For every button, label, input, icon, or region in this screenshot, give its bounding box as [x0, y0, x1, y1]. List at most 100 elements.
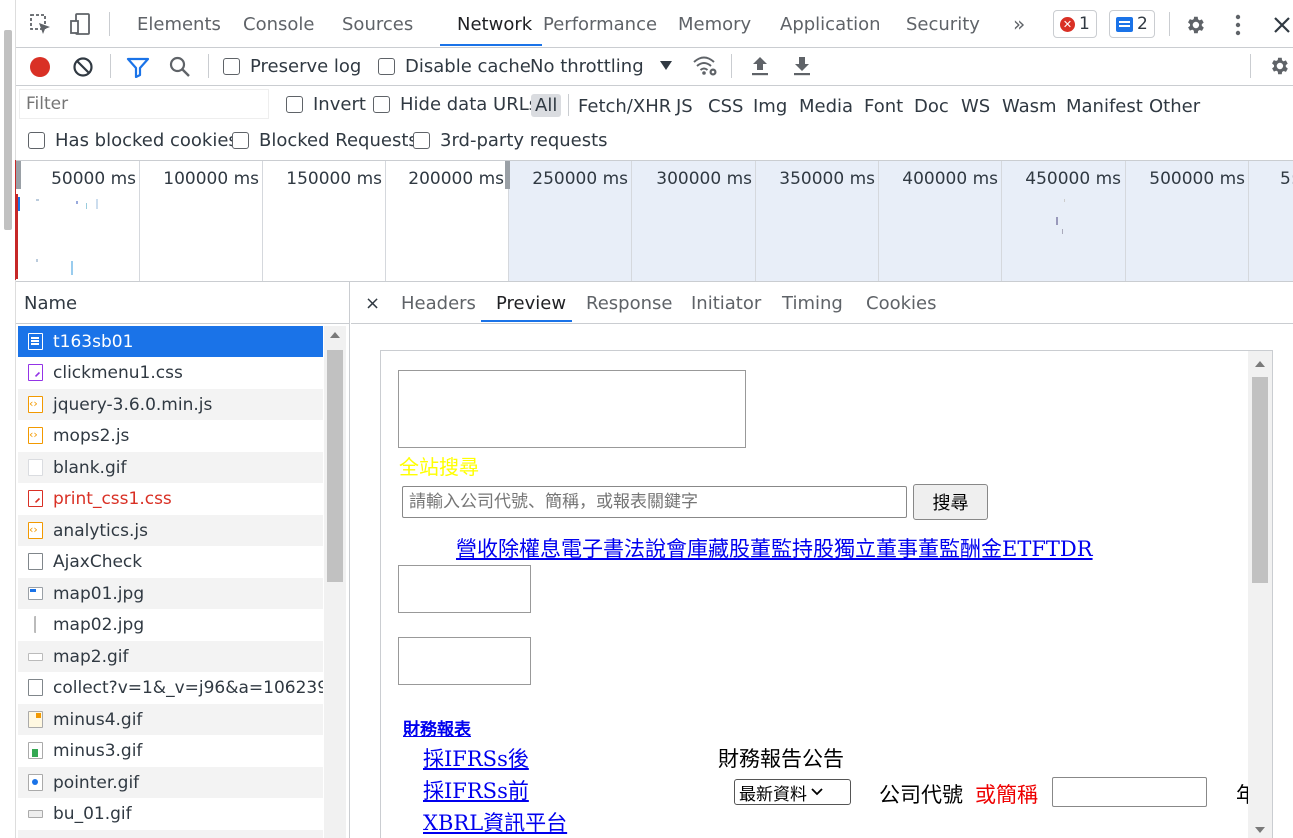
request-row[interactable]: AjaxCheck [18, 546, 323, 577]
request-row[interactable]: analytics.js [18, 515, 323, 546]
type-filter-ws[interactable]: WS [961, 96, 990, 117]
preserve-log-checkbox[interactable] [223, 58, 240, 75]
quick-links-row[interactable]: 營收除權息電子書法說會庫藏股董監持股獨立董事董監酬金ETFTDR [456, 533, 1093, 563]
request-row[interactable]: print_css1.css [18, 483, 323, 514]
request-list-scrollbar[interactable] [324, 326, 346, 838]
has-blocked-cookies-label: Has blocked cookies [55, 130, 238, 151]
financial-reports-link[interactable]: 財務報表 [403, 715, 471, 740]
tab-sources[interactable]: Sources [342, 14, 413, 35]
site-search-button[interactable]: 搜尋 [913, 484, 988, 520]
request-row[interactable]: minus4.gif [18, 704, 323, 735]
type-filter-media[interactable]: Media [799, 96, 853, 117]
tab-console[interactable]: Console [243, 14, 314, 35]
import-har-icon[interactable] [750, 55, 770, 77]
type-filter-js[interactable]: JS [676, 96, 693, 117]
filter-input[interactable] [19, 89, 269, 119]
invert-checkbox[interactable] [286, 96, 303, 113]
document-icon [28, 553, 43, 570]
network-settings-gear-icon[interactable] [1268, 55, 1290, 77]
type-filter-font[interactable]: Font [864, 96, 903, 117]
tab-timing[interactable]: Timing [782, 293, 843, 314]
overview-left-handle[interactable] [16, 161, 21, 189]
timeline-overview[interactable]: 50000 ms 100000 ms 150000 ms 200000 ms 2… [16, 160, 1293, 282]
more-options-icon[interactable] [1228, 13, 1248, 37]
inspect-element-icon[interactable] [30, 14, 52, 36]
tab-initiator[interactable]: Initiator [691, 293, 761, 314]
tab-cookies[interactable]: Cookies [866, 293, 936, 314]
company-code-input[interactable] [1052, 777, 1207, 807]
request-row[interactable] [18, 830, 323, 838]
timeline-tick: 250000 ms [532, 169, 628, 189]
tab-security[interactable]: Security [906, 14, 980, 35]
disable-cache-checkbox[interactable] [378, 58, 395, 75]
page-scrollbar[interactable] [0, 0, 17, 838]
request-row[interactable]: minus3.gif [18, 735, 323, 766]
throttling-select[interactable]: No throttling [530, 56, 644, 77]
preview-scrollbar-thumb[interactable] [1252, 377, 1268, 583]
request-row[interactable]: bu_01.gif [18, 798, 323, 829]
request-row[interactable]: collect?v=1&_v=j96&a=10623953 [18, 672, 323, 703]
type-filter-fetch-xhr[interactable]: Fetch/XHR [578, 96, 671, 117]
chevron-down-icon[interactable] [659, 60, 673, 72]
network-conditions-icon[interactable] [692, 54, 718, 78]
filter-icon[interactable] [126, 56, 150, 78]
tab-preview[interactable]: Preview [496, 293, 566, 314]
export-har-icon[interactable] [792, 55, 812, 77]
request-row[interactable]: jquery-3.6.0.min.js [18, 389, 323, 420]
image-icon [28, 587, 43, 600]
type-filter-doc[interactable]: Doc [914, 96, 949, 117]
request-row[interactable]: map02.jpg [18, 609, 323, 640]
scroll-up-arrow-icon[interactable] [1255, 361, 1265, 367]
tab-headers[interactable]: Headers [401, 293, 476, 314]
clear-log-icon[interactable] [72, 56, 94, 78]
blocked-requests-checkbox[interactable] [232, 132, 249, 149]
request-row[interactable]: pointer.gif [18, 767, 323, 798]
image-icon [28, 809, 43, 818]
tab-performance[interactable]: Performance [543, 14, 657, 35]
request-row[interactable]: clickmenu1.css [18, 357, 323, 388]
error-count-badge[interactable]: ✕ 1 [1053, 10, 1097, 38]
request-row[interactable]: t163sb01 [18, 326, 323, 357]
active-tab-indicator [440, 44, 542, 46]
overview-right-handle[interactable] [505, 161, 510, 189]
request-row[interactable]: map01.jpg [18, 578, 323, 609]
type-filter-other[interactable]: Other [1149, 96, 1200, 117]
site-search-input[interactable] [402, 486, 907, 518]
type-filter-css[interactable]: CSS [708, 96, 743, 117]
type-filter-wasm[interactable]: Wasm [1002, 96, 1057, 117]
tab-network[interactable]: Network [457, 14, 532, 35]
ifrs-before-link[interactable]: 採IFRSs前 [423, 775, 529, 805]
request-row[interactable]: blank.gif [18, 452, 323, 483]
has-blocked-cookies-checkbox[interactable] [28, 132, 45, 149]
request-row[interactable]: mops2.js [18, 420, 323, 451]
hide-data-urls-checkbox[interactable] [373, 96, 390, 113]
device-toolbar-icon[interactable] [70, 12, 92, 36]
third-party-requests-checkbox[interactable] [413, 132, 430, 149]
request-row[interactable]: map2.gif [18, 641, 323, 672]
close-devtools-icon[interactable] [1272, 15, 1292, 35]
tab-elements[interactable]: Elements [137, 14, 221, 35]
search-icon[interactable] [169, 56, 191, 78]
more-tabs-button[interactable]: » [1013, 12, 1025, 36]
chevron-down-icon [811, 788, 823, 796]
type-filter-manifest[interactable]: Manifest [1066, 96, 1143, 117]
scroll-up-arrow-icon[interactable] [330, 332, 340, 338]
close-detail-icon[interactable]: × [365, 293, 380, 314]
tab-response[interactable]: Response [586, 293, 672, 314]
report-period-value: 最新資料 [739, 784, 807, 805]
type-filter-img[interactable]: Img [753, 96, 787, 117]
tab-application[interactable]: Application [780, 14, 881, 35]
ifrs-after-link[interactable]: 採IFRSs後 [423, 743, 529, 773]
name-column-header[interactable]: Name [16, 282, 350, 324]
scroll-down-arrow-icon[interactable] [1255, 827, 1265, 833]
tab-memory[interactable]: Memory [678, 14, 751, 35]
type-filter-all[interactable]: All [531, 94, 562, 117]
xbrl-platform-link[interactable]: XBRL資訊平台 [423, 807, 567, 837]
preview-scrollbar[interactable] [1248, 351, 1272, 838]
timeline-tick: 450000 ms [1025, 169, 1121, 189]
report-period-select[interactable]: 最新資料 [734, 779, 851, 805]
settings-gear-icon[interactable] [1184, 14, 1206, 36]
record-button-icon[interactable] [29, 56, 51, 78]
message-count-badge[interactable]: 2 [1109, 10, 1155, 38]
scrollbar-thumb[interactable] [327, 350, 343, 582]
